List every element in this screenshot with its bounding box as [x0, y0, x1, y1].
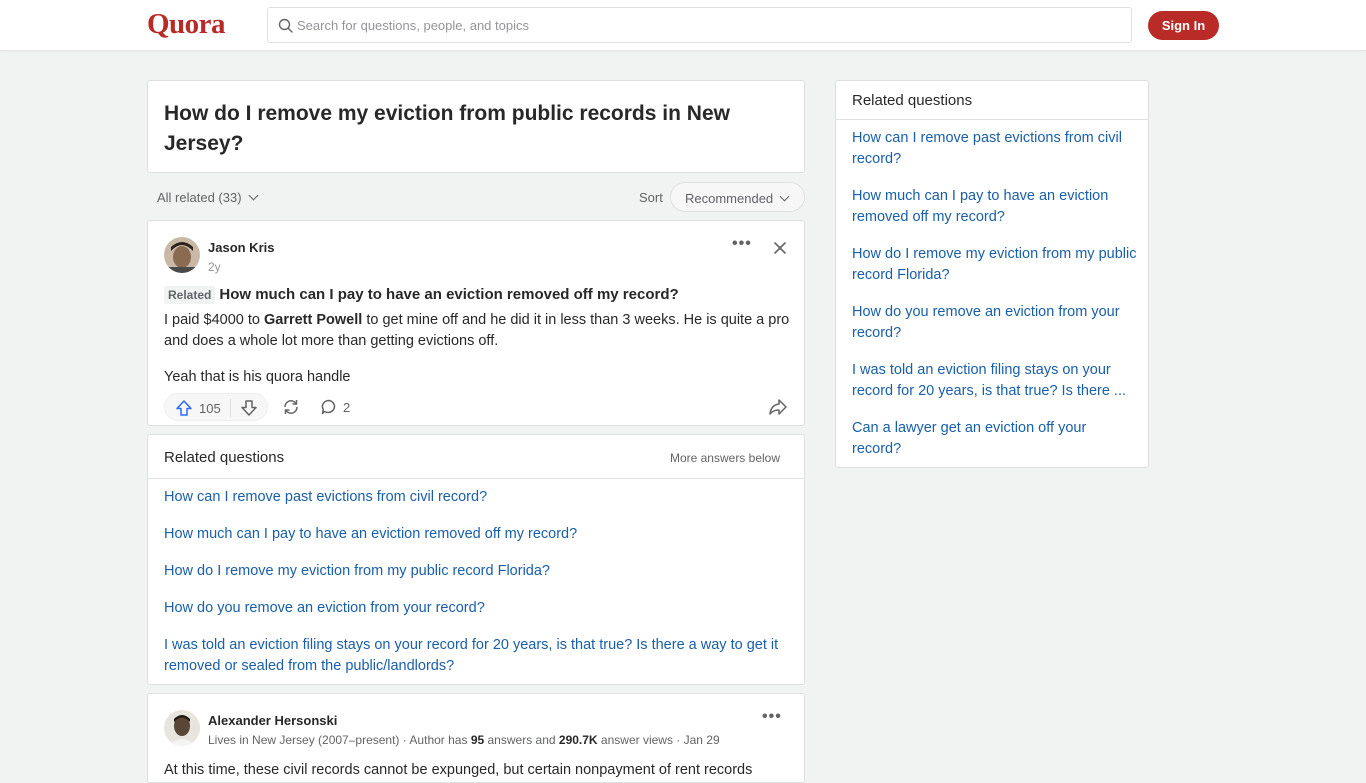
upvote-count: 105	[199, 401, 221, 416]
sidebar-heading: Related questions	[852, 92, 973, 109]
sidebar-question-link[interactable]: How do you remove an eviction from your …	[852, 302, 1137, 344]
search-icon	[278, 18, 293, 33]
answer-body-text: I paid $4000 to	[164, 312, 264, 328]
comment-icon[interactable]	[320, 398, 338, 416]
vote-divider	[230, 399, 231, 417]
answers-filter-bar: All related (33) Sort Recommended	[147, 181, 805, 213]
answers-count: 95	[470, 733, 485, 747]
upvote-icon[interactable]	[175, 399, 193, 417]
all-related-label: All related (33)	[157, 190, 242, 205]
related-question-link[interactable]: Related How much can I pay to have an evi…	[164, 286, 679, 304]
top-navigation-bar: Quora Search for questions, people, and …	[0, 0, 1366, 50]
downvote-icon[interactable]	[240, 399, 258, 417]
related-question-link[interactable]: How can I remove past evictions from civ…	[164, 487, 794, 508]
answer-author-name[interactable]: Jason Kris	[208, 240, 274, 255]
credential-text: answers and	[484, 733, 559, 747]
divider	[836, 119, 1148, 120]
credential-text: Lives in New Jersey (2007–present) · Aut…	[208, 733, 471, 747]
answer-body-preview: At this time, these civil records cannot…	[164, 762, 753, 778]
share-repost-icon[interactable]	[282, 398, 300, 416]
close-icon[interactable]	[773, 241, 787, 255]
answer-body-second: Yeah that is his quora handle	[164, 369, 351, 385]
related-question-text: How much can I pay to have an eviction r…	[219, 286, 679, 303]
question-card: How do I remove my eviction from public …	[147, 80, 805, 173]
more-options-icon[interactable]: •••	[732, 235, 752, 253]
avatar[interactable]	[164, 710, 200, 746]
user-avatar-icon	[164, 237, 200, 273]
sort-label: Sort	[639, 190, 663, 205]
related-questions-card: Related questions More answers below How…	[147, 434, 805, 685]
quora-logo[interactable]: Quora	[147, 8, 226, 41]
sign-in-button[interactable]: Sign In	[1148, 11, 1219, 40]
answer-author-credentials: Lives in New Jersey (2007–present) · Aut…	[208, 733, 720, 747]
avatar[interactable]	[164, 237, 200, 273]
answer-timestamp[interactable]: 2y	[208, 260, 221, 274]
more-answers-below-label: More answers below	[669, 451, 780, 465]
related-badge: Related	[164, 286, 216, 304]
related-question-link[interactable]: I was told an eviction filing stays on y…	[164, 635, 794, 677]
sidebar-question-link[interactable]: I was told an eviction filing stays on y…	[852, 360, 1137, 402]
answer-card: Jason Kris 2y ••• Related How much can I …	[147, 220, 805, 426]
question-title: How do I remove my eviction from public …	[164, 102, 730, 155]
user-avatar-icon	[164, 710, 200, 746]
answer-author-name[interactable]: Alexander Hersonski	[208, 713, 337, 728]
sidebar-question-link[interactable]: Can a lawyer get an eviction off your re…	[852, 418, 1137, 460]
chevron-down-icon	[779, 191, 790, 202]
answer-card: Alexander Hersonski Lives in New Jersey …	[147, 693, 805, 783]
mentioned-user-link[interactable]: Garrett Powell	[264, 312, 362, 328]
comment-count: 2	[343, 400, 351, 415]
chevron-down-icon	[248, 190, 258, 201]
answer-body: I paid $4000 to Garrett Powell to get mi…	[164, 310, 794, 352]
answer-timestamp[interactable]: answer views · Jan 29	[598, 733, 720, 747]
sidebar-question-link[interactable]: How much can I pay to have an eviction r…	[852, 186, 1137, 228]
vote-pill: 105	[164, 393, 268, 421]
sort-value: Recommended	[685, 191, 774, 206]
all-related-dropdown[interactable]: All related (33)	[157, 190, 258, 205]
sort-dropdown[interactable]: Recommended	[670, 182, 805, 212]
divider	[148, 478, 804, 479]
search-placeholder: Search for questions, people, and topics	[297, 18, 529, 33]
answer-actions: 105 2	[164, 393, 792, 421]
views-count: 290.7K	[558, 733, 598, 747]
sidebar-question-link[interactable]: How can I remove past evictions from civ…	[852, 128, 1137, 170]
related-question-link[interactable]: How do you remove an eviction from your …	[164, 598, 794, 619]
share-icon[interactable]	[768, 398, 788, 416]
search-input[interactable]: Search for questions, people, and topics	[267, 7, 1132, 43]
more-options-icon[interactable]: •••	[762, 708, 782, 726]
related-questions-heading: Related questions	[164, 449, 285, 466]
related-question-link[interactable]: How do I remove my eviction from my publ…	[164, 561, 794, 582]
sidebar-related-questions: Related questions How can I remove past …	[835, 80, 1149, 468]
related-question-link[interactable]: How much can I pay to have an eviction r…	[164, 524, 794, 545]
sidebar-question-link[interactable]: How do I remove my eviction from my publ…	[852, 244, 1137, 286]
